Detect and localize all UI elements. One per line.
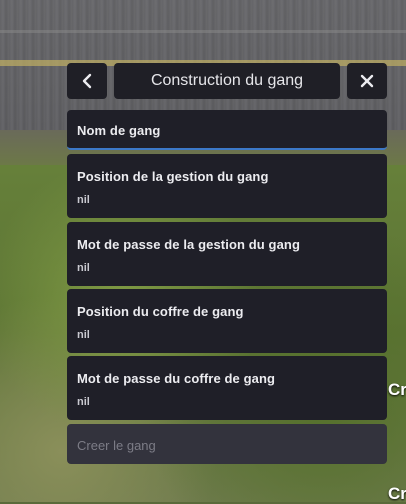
menu-item-management-password[interactable]: Mot de passe de la gestion du gang nil bbox=[67, 222, 387, 286]
chevron-left-icon bbox=[82, 73, 92, 89]
menu-header: Construction du gang bbox=[67, 63, 387, 99]
menu-item-value: nil bbox=[77, 329, 90, 341]
menu-item-value: nil bbox=[77, 262, 90, 274]
menu-item-value: nil bbox=[77, 396, 90, 408]
create-gang-button[interactable]: Creer le gang bbox=[67, 424, 387, 464]
menu-item-label: Nom de gang bbox=[77, 123, 161, 138]
menu-item-value: nil bbox=[77, 194, 90, 206]
menu-title: Construction du gang bbox=[114, 63, 340, 99]
menu-item-management-position[interactable]: Position de la gestion du gang nil bbox=[67, 154, 387, 218]
menu-item-chest-password[interactable]: Mot de passe du coffre de gang nil bbox=[67, 356, 387, 420]
close-icon bbox=[360, 74, 374, 88]
close-button[interactable] bbox=[347, 63, 387, 99]
menu-item-gang-name[interactable]: Nom de gang bbox=[67, 110, 387, 150]
back-button[interactable] bbox=[67, 63, 107, 99]
menu-item-label: Position du coffre de gang bbox=[77, 304, 244, 319]
menu-item-label: Mot de passe du coffre de gang bbox=[77, 371, 276, 386]
background-road-marking bbox=[0, 30, 406, 33]
background-partial-text: Cr bbox=[388, 484, 406, 503]
background-partial-text: Cr bbox=[388, 380, 406, 399]
menu-item-label: Mot de passe de la gestion du gang bbox=[77, 237, 300, 252]
menu-item-label: Position de la gestion du gang bbox=[77, 169, 269, 184]
menu-item-chest-position[interactable]: Position du coffre de gang nil bbox=[67, 289, 387, 353]
